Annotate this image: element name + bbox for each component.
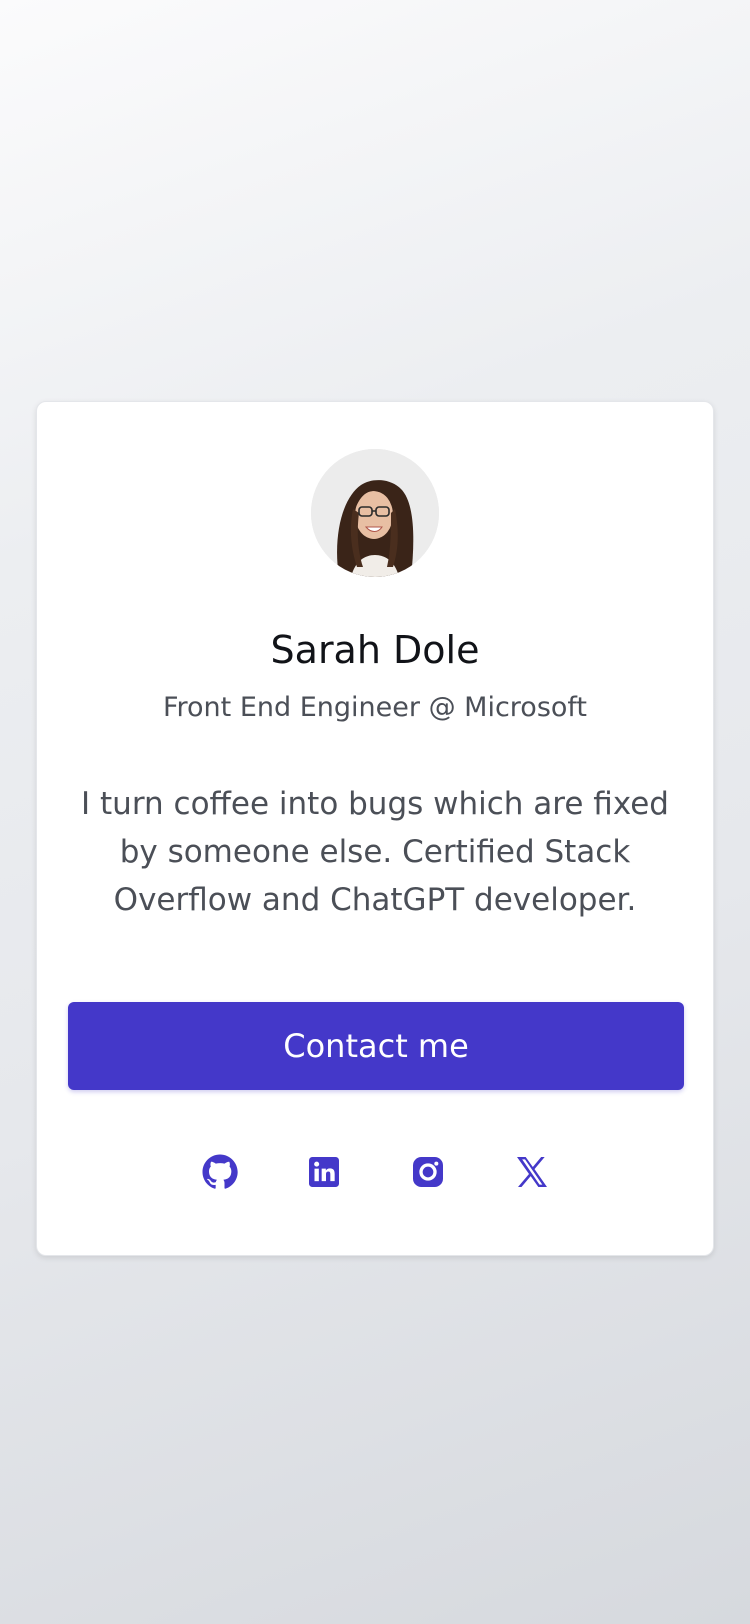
avatar bbox=[311, 449, 439, 577]
profile-job-title: Front End Engineer @ Microsoft bbox=[162, 692, 588, 723]
social-links bbox=[37, 1152, 713, 1192]
profile-name: Sarah Dole bbox=[270, 628, 480, 672]
instagram-link[interactable] bbox=[408, 1152, 448, 1192]
profile-card: Sarah Dole Front End Engineer @ Microsof… bbox=[36, 401, 714, 1256]
profile-bio: I turn coffee into bugs which are fixed … bbox=[81, 786, 669, 918]
x-twitter-link[interactable] bbox=[512, 1152, 552, 1192]
contact-me-button[interactable]: Contact me bbox=[68, 1002, 684, 1090]
linkedin-icon bbox=[309, 1157, 339, 1187]
github-icon bbox=[202, 1154, 238, 1189]
x-twitter-icon bbox=[517, 1157, 547, 1187]
github-link[interactable] bbox=[200, 1152, 240, 1192]
linkedin-link[interactable] bbox=[304, 1152, 344, 1192]
instagram-icon bbox=[413, 1157, 443, 1187]
